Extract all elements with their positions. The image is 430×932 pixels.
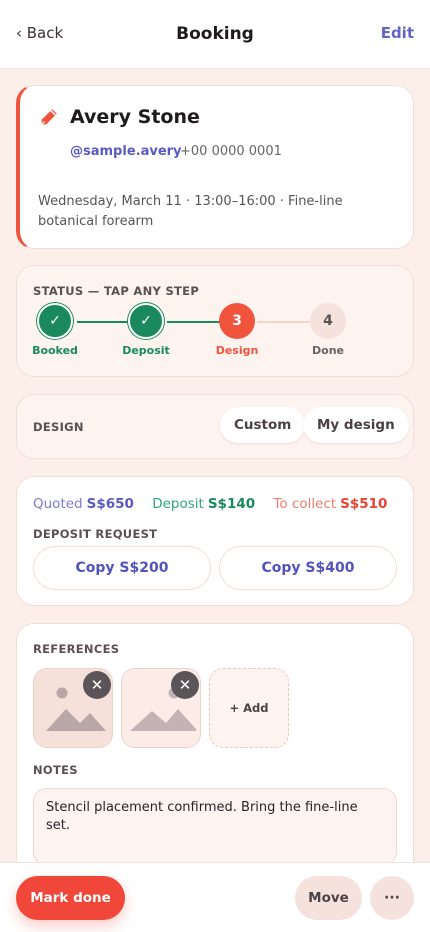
to-collect-value: S$510 bbox=[340, 496, 388, 512]
design-label: DESIGN bbox=[33, 420, 84, 434]
notes-field[interactable]: Stencil placement confirmed. Bring the f… bbox=[33, 788, 397, 866]
client-name: Avery Stone bbox=[70, 106, 200, 128]
status-step-deposit[interactable]: ✓ Deposit bbox=[106, 303, 186, 357]
step-label: Design bbox=[215, 344, 259, 357]
bottom-action-bar: Mark done Move ··· bbox=[0, 862, 430, 932]
design-card: DESIGN Custom My design bbox=[16, 394, 414, 459]
status-step-done[interactable]: 4 Done bbox=[288, 303, 368, 357]
quoted-label: Quoted bbox=[33, 496, 83, 512]
design-option-my-design[interactable]: My design bbox=[303, 407, 409, 443]
deposit-label: Deposit bbox=[152, 496, 204, 512]
mark-done-button[interactable]: Mark done bbox=[16, 876, 125, 920]
page-title: Booking bbox=[176, 24, 254, 44]
remove-reference-button[interactable]: ✕ bbox=[171, 671, 199, 699]
deposit-value: S$140 bbox=[207, 496, 256, 512]
status-step-design[interactable]: 3 Design bbox=[197, 303, 277, 357]
status-step-booked[interactable]: ✓ Booked bbox=[15, 303, 95, 357]
quoted-value: S$650 bbox=[86, 496, 134, 512]
edit-button[interactable]: Edit bbox=[381, 24, 414, 42]
to-collect-label: To collect bbox=[273, 496, 337, 512]
top-bar: ‹ Back Booking Edit bbox=[0, 0, 430, 69]
design-option-custom[interactable]: Custom bbox=[220, 407, 306, 443]
references-label: REFERENCES bbox=[33, 642, 120, 656]
client-phone[interactable]: +00 0000 0001 bbox=[180, 144, 282, 159]
copy-deposit-400-button[interactable]: Copy S$400 bbox=[219, 546, 397, 590]
payment-card: Quoted S$650 Deposit S$140 To collect S$510… bbox=[16, 476, 414, 606]
step-label: Done bbox=[312, 344, 344, 357]
step-label: Booked bbox=[32, 344, 78, 357]
step-label: Deposit bbox=[122, 344, 170, 357]
payment-summary: Quoted S$650 Deposit S$140 To collect S$510 bbox=[33, 496, 395, 512]
step-number: 4 bbox=[310, 303, 346, 339]
pen-icon bbox=[41, 109, 57, 125]
add-reference-button[interactable]: + Add bbox=[209, 668, 289, 748]
appointment-details: Wednesday, March 11 · 13:00–16:00 · Fine… bbox=[38, 194, 343, 229]
references-card: REFERENCES ✕ ✕ + Add NOTES Stencil place… bbox=[16, 623, 414, 883]
copy-deposit-200-button[interactable]: Copy S$200 bbox=[33, 546, 211, 590]
notes-label: NOTES bbox=[33, 763, 78, 777]
back-button[interactable]: ‹ Back bbox=[16, 24, 63, 42]
remove-reference-button[interactable]: ✕ bbox=[83, 671, 111, 699]
status-card: STATUS — TAP ANY STEP ✓ Booked ✓ Deposit… bbox=[16, 265, 414, 377]
more-options-button[interactable]: ··· bbox=[370, 876, 414, 920]
step-number: 3 bbox=[219, 303, 255, 339]
deposit-request-label: DEPOSIT REQUEST bbox=[33, 527, 158, 541]
check-icon: ✓ bbox=[128, 303, 164, 339]
client-card: Avery Stone @sample.avery +00 0000 0001 … bbox=[16, 85, 414, 249]
check-icon: ✓ bbox=[37, 303, 73, 339]
client-handle-link[interactable]: @sample.avery bbox=[70, 144, 182, 159]
status-label: STATUS — TAP ANY STEP bbox=[33, 284, 200, 298]
move-button[interactable]: Move bbox=[295, 876, 362, 920]
